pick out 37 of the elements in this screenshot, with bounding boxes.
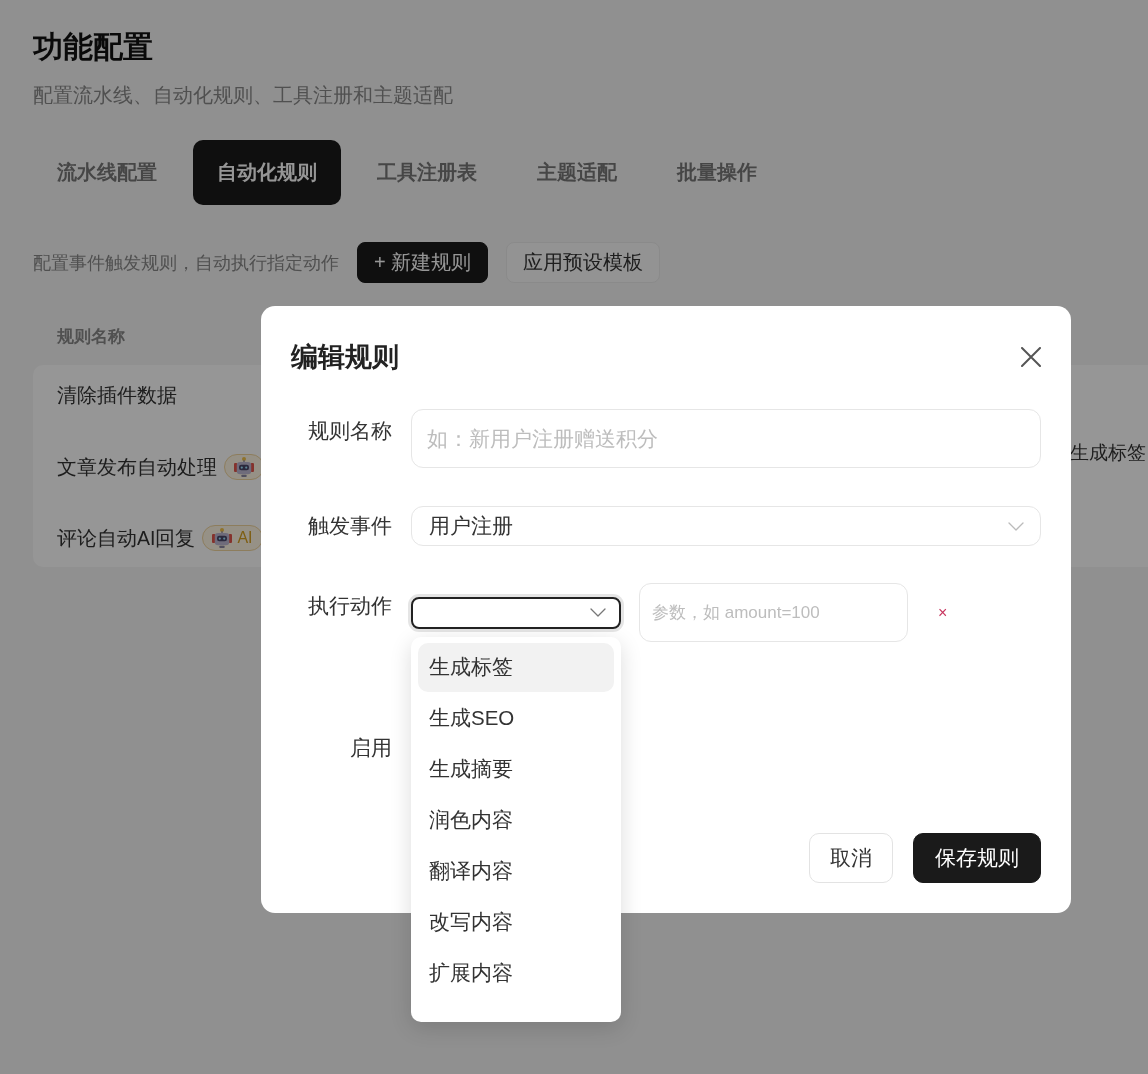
select-field[interactable]: 用户注册 [411, 506, 1041, 546]
page-subtitle: 配置流水线、自动化规则、工具注册和主题适配 [33, 83, 453, 108]
dropdown-option[interactable]: 改写内容 [418, 897, 614, 947]
robot-icon [234, 457, 254, 477]
action-select[interactable] [411, 596, 621, 629]
text-field[interactable]: 如：新用户注册赠送积分 [411, 409, 1041, 468]
form-label: 执行动作 [307, 593, 392, 619]
dropdown-option[interactable]: 生成摘要 [418, 744, 614, 794]
robot-icon [212, 528, 233, 548]
form-label: 规则名称 [307, 418, 392, 444]
dropdown-option[interactable]: 生成SEO [418, 693, 614, 743]
new-rule-button[interactable]: + 新建规则 [357, 242, 489, 283]
close-button[interactable] [1018, 344, 1044, 370]
close-icon [1021, 347, 1041, 367]
tab[interactable]: 自动化规则 [193, 140, 341, 205]
remove-button[interactable]: × [936, 603, 950, 622]
save-button[interactable]: 保存规则 [913, 833, 1041, 883]
badge-label: AI [237, 529, 253, 547]
column-header: 规则名称 [57, 326, 125, 348]
param-field[interactable]: 参数，如 amount=100 [639, 583, 908, 642]
dropdown-option[interactable]: 生成标签 [418, 642, 614, 692]
dialog-title: 编辑规则 [291, 342, 399, 372]
table-cell: 评论自动AI回复 [57, 526, 196, 550]
table-cell-text: 生成标签 [1070, 441, 1147, 465]
form-label: 触发事件 [307, 514, 392, 538]
form-label: 启用 [349, 736, 392, 760]
chevron-down-icon [1008, 521, 1024, 531]
chevron-down-icon [590, 608, 606, 617]
dropdown-option[interactable]: 润色内容 [418, 795, 614, 845]
dropdown-option[interactable]: 扩展内容 [418, 948, 614, 998]
table-cell: 文章发布自动处理 [57, 455, 217, 479]
table-cell: 清除插件数据 [57, 383, 177, 407]
dropdown-option[interactable]: 翻译内容 [418, 846, 614, 896]
page-title: 功能配置 [33, 29, 153, 65]
template-button[interactable]: 应用预设模板 [506, 242, 661, 283]
cancel-button[interactable]: 取消 [809, 833, 893, 883]
description-text: 配置事件触发规则，自动执行指定动作 [33, 251, 339, 275]
